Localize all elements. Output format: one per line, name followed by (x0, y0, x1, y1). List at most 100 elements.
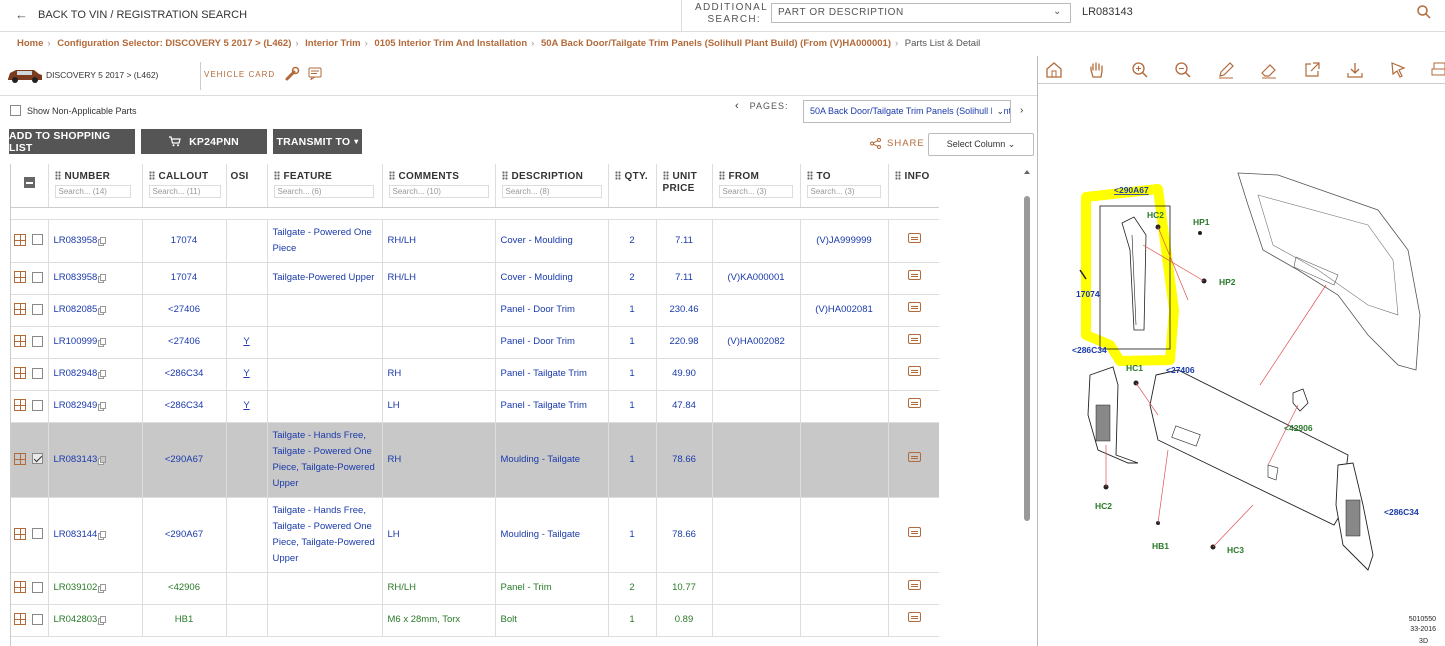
copy-icon[interactable] (100, 584, 107, 591)
print-icon[interactable] (1431, 60, 1445, 80)
info-icon[interactable] (907, 302, 921, 312)
table-row[interactable]: LR083143 <290A67 Tailgate - Hands Free, Ta… (11, 422, 939, 498)
table-row[interactable]: LR083958 17074 Tailgate-Powered Upper RH/LH… (11, 262, 939, 295)
part-number-link[interactable]: LR082948 (54, 368, 98, 379)
table-row[interactable]: LR100999 <27406 Y Panel - Door Trim 1 220.98(… (11, 326, 939, 359)
part-number-link[interactable]: LR039102 (54, 582, 98, 593)
row-checkbox[interactable] (31, 335, 43, 347)
header-info[interactable]: INFO (888, 164, 939, 208)
filter-number-input[interactable]: Search... (14) (54, 185, 131, 198)
info-icon[interactable] (907, 580, 921, 590)
copy-icon[interactable] (100, 370, 107, 377)
expand-icon[interactable] (14, 233, 26, 246)
part-number-link[interactable]: LR042803 (54, 614, 98, 625)
filter-callout-input[interactable]: Search... (11) (148, 185, 221, 198)
info-icon[interactable] (907, 398, 921, 408)
header-comments[interactable]: COMMENTS Search... (10) (382, 164, 496, 208)
callout-label[interactable]: <286C34 (1384, 507, 1419, 517)
table-row[interactable]: LR082949 <286C34 Y LH Panel - Tailgate Trim 1… (11, 390, 939, 423)
page-select[interactable]: 50A Back Door/Tailgate Trim Panels (Soli… (803, 100, 1011, 123)
table-row[interactable]: LR039102 <42906 RH/LH Panel - Trim 2 10.77 (11, 572, 939, 605)
callout-label[interactable]: <286C34 (1072, 345, 1107, 355)
header-feature[interactable]: FEATURE Search... (6) (267, 164, 383, 208)
open-external-icon[interactable] (1302, 60, 1322, 80)
row-checkbox[interactable] (31, 234, 43, 246)
callout-label[interactable]: HC2 (1147, 210, 1164, 220)
callout-label[interactable]: HC1 (1126, 363, 1143, 373)
breadcrumb-0105[interactable]: 0105 Interior Trim And Installation (374, 38, 527, 49)
part-number-link[interactable]: LR100999 (54, 336, 98, 347)
table-row[interactable]: LR042803 HB1 M6 x 28mm, Torx Bolt 1 0.89 (11, 604, 939, 637)
zoom-out-icon[interactable] (1173, 60, 1193, 80)
expand-icon[interactable] (14, 335, 26, 348)
header-callout[interactable]: CALLOUT Search... (11) (142, 164, 227, 208)
osi-link[interactable]: Y (243, 368, 249, 379)
header-number[interactable]: NUMBER Search... (14) (48, 164, 143, 208)
message-icon[interactable] (308, 67, 322, 80)
info-icon[interactable] (907, 612, 921, 622)
info-icon[interactable] (907, 270, 921, 280)
wrench-icon[interactable] (283, 65, 301, 83)
part-number-link[interactable]: LR083143 (54, 454, 98, 465)
expand-icon[interactable] (14, 303, 26, 316)
chevron-right-icon[interactable]: › (1020, 105, 1023, 116)
row-checkbox[interactable] (31, 303, 43, 315)
expand-icon[interactable] (14, 581, 26, 594)
callout-label[interactable]: HC2 (1095, 501, 1112, 511)
osi-link[interactable]: Y (243, 336, 249, 347)
table-row[interactable]: LR083144 <290A67 Tailgate - Hands Free, Ta… (11, 497, 939, 573)
select-all-checkbox[interactable] (23, 177, 35, 188)
breadcrumb-interior-trim[interactable]: Interior Trim (305, 38, 360, 49)
filter-description-input[interactable]: Search... (8) (501, 185, 602, 198)
row-checkbox[interactable] (31, 367, 43, 379)
select-pointer-icon[interactable] (1388, 60, 1408, 80)
header-qty[interactable]: QTY. (608, 164, 657, 208)
info-icon[interactable] (907, 232, 921, 243)
part-number-link[interactable]: LR083144 (54, 529, 98, 540)
table-scrollbar[interactable] (1022, 166, 1032, 646)
vehicle-card-link[interactable]: VEHICLE CARD (204, 70, 275, 79)
search-icon[interactable] (1416, 4, 1432, 20)
header-select-all[interactable] (11, 164, 49, 208)
select-column-dropdown[interactable]: Select Column ⌄ (928, 133, 1034, 156)
breadcrumb-home[interactable]: Home (17, 38, 43, 49)
callout-label[interactable]: HB1 (1152, 541, 1169, 551)
header-osi[interactable]: OSI (226, 164, 268, 208)
callout-label[interactable]: HC3 (1227, 545, 1244, 555)
part-number-link[interactable]: LR083958 (54, 235, 98, 246)
zoom-in-icon[interactable] (1130, 60, 1150, 80)
row-checkbox[interactable] (31, 271, 43, 283)
show-non-applicable-toggle[interactable]: Show Non-Applicable Parts (10, 105, 137, 116)
row-checkbox[interactable] (31, 581, 43, 593)
search-type-select[interactable]: PART OR DESCRIPTION ⌄ (771, 3, 1071, 23)
header-description[interactable]: DESCRIPTION Search... (8) (495, 164, 609, 208)
header-to[interactable]: TO Search... (3) (800, 164, 889, 208)
table-row[interactable]: LR082085 <27406 Panel - Door Trim 1 230.46 (V… (11, 294, 939, 327)
row-checkbox[interactable] (31, 613, 43, 625)
copy-icon[interactable] (100, 402, 107, 409)
download-icon[interactable] (1345, 60, 1365, 80)
callout-label[interactable]: HP1 (1193, 217, 1210, 227)
transmit-to-button[interactable]: TRANSMIT TO ▾ (273, 129, 362, 154)
pencil-icon[interactable] (1216, 60, 1236, 80)
expand-icon[interactable] (14, 452, 26, 465)
search-input[interactable]: LR083143 (1082, 6, 1133, 18)
osi-link[interactable]: Y (243, 400, 249, 411)
expand-icon[interactable] (14, 367, 26, 380)
filter-feature-input[interactable]: Search... (6) (273, 185, 374, 198)
expand-icon[interactable] (14, 271, 26, 284)
callout-label[interactable]: <42906 (1284, 423, 1313, 433)
expand-icon[interactable] (14, 527, 26, 540)
copy-icon[interactable] (100, 338, 107, 345)
callout-label[interactable]: <27406 (1166, 365, 1195, 375)
home-icon[interactable] (1044, 60, 1064, 80)
copy-icon[interactable] (100, 306, 107, 313)
header-unit-price[interactable]: UNIT PRICE (656, 164, 713, 208)
chevron-left-icon[interactable]: ‹ (735, 100, 740, 112)
filter-comments-input[interactable]: Search... (10) (388, 185, 489, 198)
hand-pan-icon[interactable] (1087, 60, 1107, 80)
row-checkbox[interactable] (31, 399, 43, 411)
part-number-link[interactable]: LR082085 (54, 304, 98, 315)
back-to-search-link[interactable]: ← BACK TO VIN / REGISTRATION SEARCH (15, 7, 247, 22)
callout-label[interactable]: 17074 (1076, 289, 1100, 299)
